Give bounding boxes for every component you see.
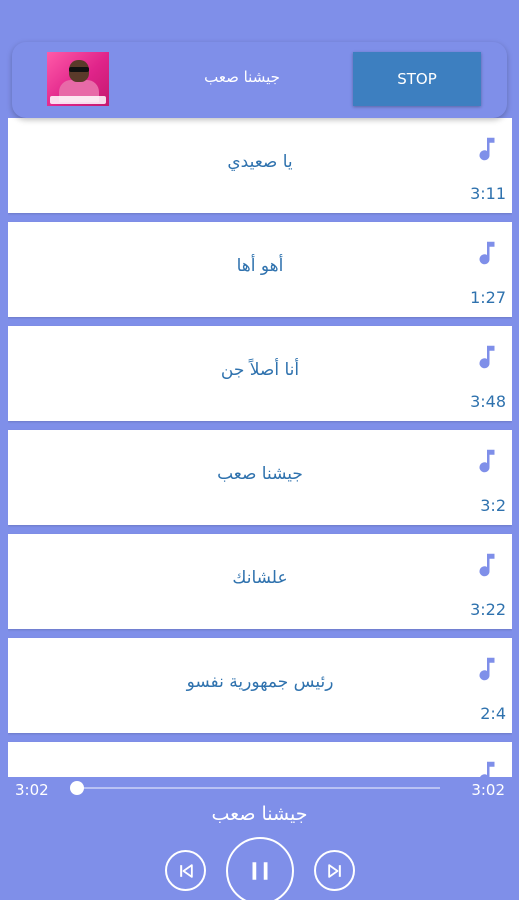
song-duration: 3:48: [470, 392, 506, 411]
album-art-icon: [47, 52, 109, 106]
song-duration: 2:4: [480, 704, 506, 723]
now-playing-title: جيشنا صعب: [204, 68, 280, 86]
song-item[interactable]: أنا أصلاً جن 3:48: [8, 326, 512, 421]
skip-previous-icon: [179, 863, 193, 878]
music-note-icon: [479, 761, 495, 778]
song-list[interactable]: يا صعيدي 3:11 أهو أها 1:27 أنا أصلاً جن …: [8, 118, 512, 778]
seek-bar[interactable]: [76, 787, 440, 789]
song-title: رئيس جمهورية نفسو: [186, 672, 334, 692]
song-duration: 1:27: [470, 288, 506, 307]
media-player: 3:02 3:02 جيشنا صعب: [0, 777, 519, 900]
pause-icon: [252, 862, 268, 880]
song-item[interactable]: أهو أها 1:27: [8, 222, 512, 317]
song-duration: 3:22: [470, 600, 506, 619]
now-playing-card: جيشنا صعب STOP: [12, 42, 507, 118]
current-time: 3:02: [15, 781, 49, 799]
song-duration: 3:2: [480, 496, 506, 515]
song-item[interactable]: علشانك 3:22: [8, 534, 512, 629]
song-title: يا صعيدي: [227, 152, 293, 172]
skip-next-icon: [327, 863, 341, 878]
player-song-title: جيشنا صعب: [211, 803, 308, 825]
seek-thumb[interactable]: [70, 781, 84, 795]
music-note-icon: [479, 657, 495, 681]
total-time: 3:02: [471, 781, 505, 799]
music-note-icon: [479, 241, 495, 265]
music-note-icon: [479, 553, 495, 577]
song-duration: 3:11: [470, 184, 506, 203]
song-item[interactable]: [8, 742, 512, 778]
music-note-icon: [479, 449, 495, 473]
music-note-icon: [479, 345, 495, 369]
song-title: جيشنا صعب: [217, 464, 303, 484]
stop-button[interactable]: STOP: [353, 52, 481, 106]
previous-button[interactable]: [165, 850, 206, 891]
song-title: أنا أصلاً جن: [220, 360, 300, 380]
next-button[interactable]: [314, 850, 355, 891]
song-item[interactable]: يا صعيدي 3:11: [8, 118, 512, 213]
music-note-icon: [479, 137, 495, 161]
song-item[interactable]: جيشنا صعب 3:2: [8, 430, 512, 525]
song-title: أهو أها: [236, 256, 284, 276]
song-title: علشانك: [232, 568, 288, 588]
pause-button[interactable]: [226, 837, 294, 900]
song-item[interactable]: رئيس جمهورية نفسو 2:4: [8, 638, 512, 733]
